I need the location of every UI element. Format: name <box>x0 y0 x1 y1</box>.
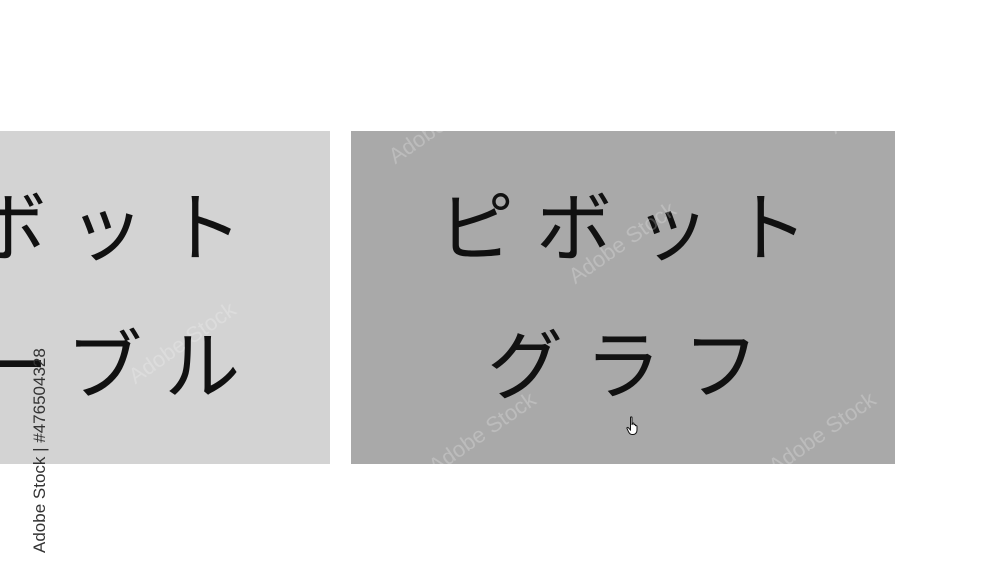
stage: ピボット テーブル ピボット グラフ Adobe Stock Adobe Sto… <box>0 0 1000 563</box>
pivot-chart-tile[interactable]: ピボット グラフ <box>351 131 895 464</box>
watermark-side-text: Adobe Stock | #476504328 <box>30 348 49 553</box>
hand-pointer-icon <box>626 416 638 435</box>
watermark-logo: Adobe Stock <box>33 0 151 79</box>
pivot-chart-line-1: ピボット <box>438 183 830 273</box>
pivot-chart-line-2: グラフ <box>487 321 781 411</box>
watermark-logo: Adobe Stock <box>823 46 941 139</box>
pivot-table-line-1: ピボット <box>0 183 265 273</box>
